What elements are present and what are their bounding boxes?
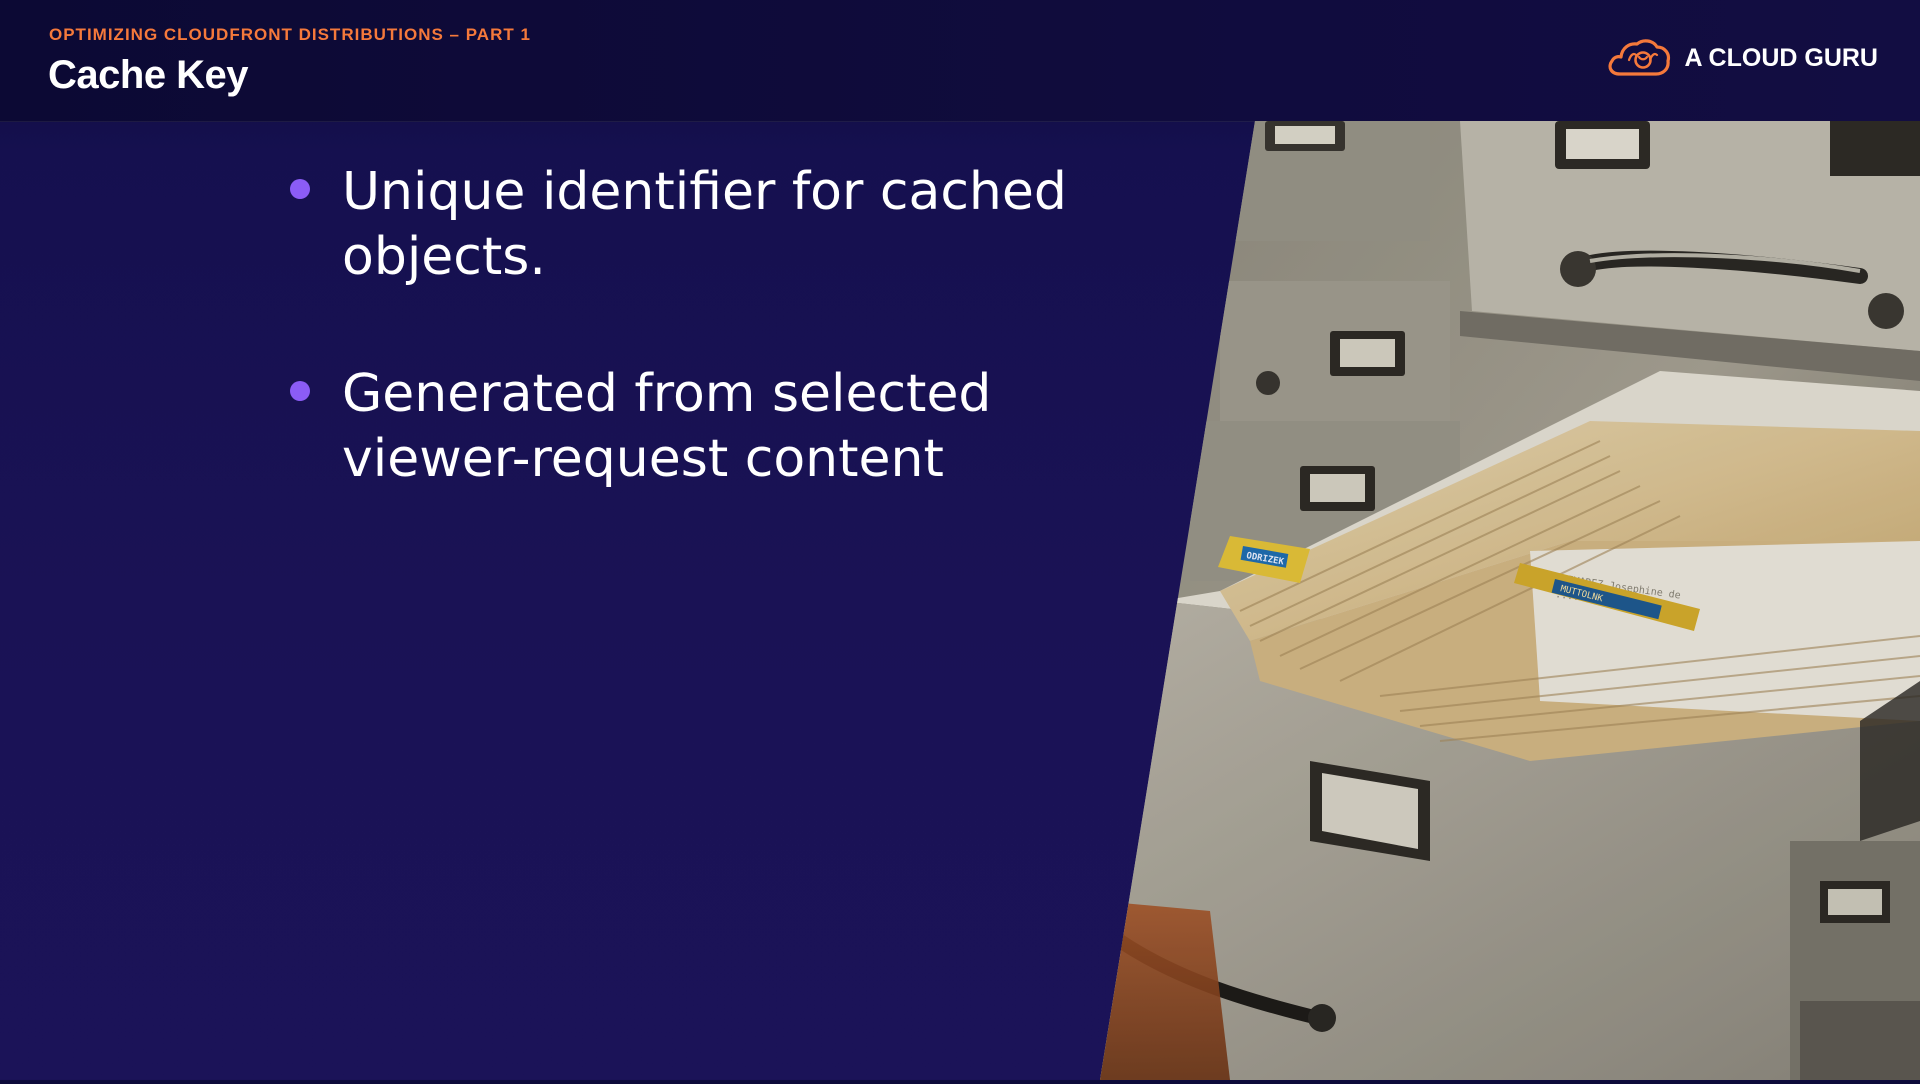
bullet-text: Generated from selected viewer-request c… [342, 364, 992, 489]
bullet-dot-icon [290, 381, 310, 401]
bullet-text: Unique identifier for cached objects. [342, 162, 1067, 287]
bullet-item: Generated from selected viewer-request c… [290, 362, 1190, 492]
slide-title: Cache Key [48, 53, 249, 97]
header-bar: OPTIMIZING CLOUDFRONT DISTRIBUTIONS – PA… [0, 0, 1920, 122]
brand-logo: A CLOUD GURU [1606, 36, 1878, 80]
brand-name: A CLOUD GURU [1684, 43, 1878, 72]
cloud-logo-icon [1609, 39, 1671, 76]
slide-kicker: OPTIMIZING CLOUDFRONT DISTRIBUTIONS – PA… [49, 25, 531, 44]
bullet-item: Unique identifier for cached objects. [290, 160, 1190, 290]
bullet-list: Unique identifier for cached objects. Ge… [290, 160, 1190, 564]
filing-cabinet-photo: OLIVAREZ Josephine de .............. ODR… [1100, 121, 1920, 1080]
bullet-dot-icon [290, 179, 310, 199]
filing-cabinet-illustration: OLIVAREZ Josephine de .............. ODR… [1100, 121, 1920, 1080]
